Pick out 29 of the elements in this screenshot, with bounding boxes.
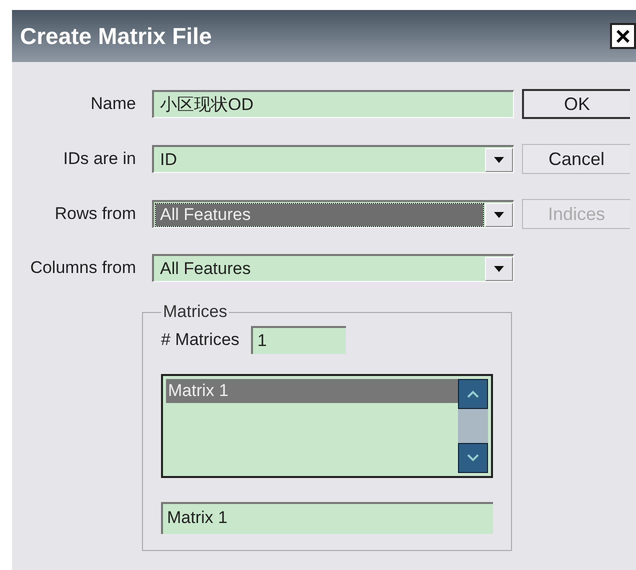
input-field[interactable]: 1 bbox=[251, 326, 346, 354]
field-label: IDs are in bbox=[62, 149, 136, 169]
group-title: Matrices bbox=[162, 302, 228, 322]
dropdown-button[interactable] bbox=[485, 148, 513, 172]
dialog-button[interactable]: OK bbox=[522, 89, 630, 119]
input-field[interactable]: Matrix 1 bbox=[161, 502, 493, 534]
chevron-down-icon bbox=[467, 454, 479, 462]
dialog-button[interactable]: Cancel bbox=[522, 144, 630, 174]
dropdown-arrow-icon bbox=[494, 266, 504, 272]
dropdown-arrow-icon bbox=[494, 156, 504, 162]
matrix-list[interactable]: Matrix 1 bbox=[161, 374, 493, 478]
field-label: Columns from bbox=[29, 258, 136, 278]
field-label: Rows from bbox=[54, 204, 136, 224]
close-button[interactable]: × bbox=[610, 23, 636, 49]
dropdown-field[interactable]: All Features bbox=[152, 200, 514, 228]
dropdown-button[interactable] bbox=[485, 202, 513, 226]
scroll-down-button[interactable] bbox=[458, 443, 488, 473]
scrollbar[interactable] bbox=[458, 379, 488, 473]
dropdown-field[interactable]: All Features bbox=[152, 254, 514, 282]
dropdown-button[interactable] bbox=[485, 256, 513, 280]
chevron-up-icon bbox=[467, 390, 479, 398]
list-item[interactable]: Matrix 1 bbox=[166, 379, 458, 403]
dropdown-arrow-icon bbox=[494, 212, 504, 218]
scroll-up-button[interactable] bbox=[458, 379, 488, 409]
dropdown-field[interactable]: ID bbox=[152, 145, 514, 173]
input-field[interactable]: 小区现状OD bbox=[152, 90, 514, 118]
field-label: # Matrices bbox=[161, 330, 240, 350]
window-title: Create Matrix File bbox=[20, 22, 212, 50]
field-label: Name bbox=[90, 94, 136, 114]
